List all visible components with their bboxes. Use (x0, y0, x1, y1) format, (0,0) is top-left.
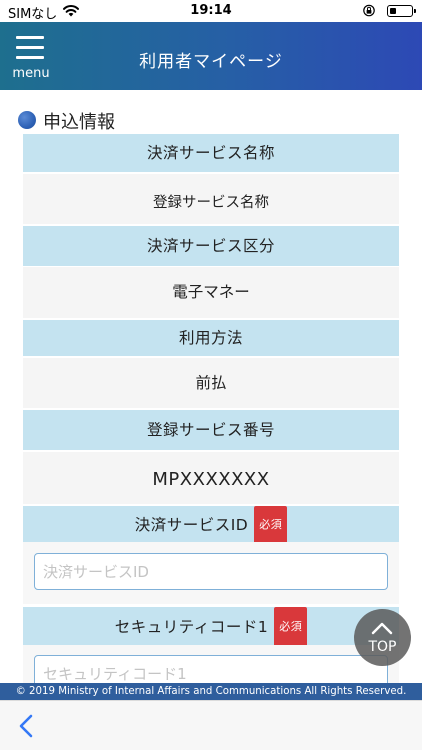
service-number-value: MPXXXXXXX (23, 452, 399, 504)
copyright-footer: © 2019 Ministry of Internal Affairs and … (0, 683, 422, 700)
rotation-lock-icon (363, 4, 375, 17)
section-dot-icon (18, 111, 36, 129)
usage-method-label: 利用方法 (23, 320, 399, 356)
service-id-input[interactable] (34, 553, 388, 590)
clock: 19:14 (190, 3, 232, 18)
scroll-top-label: TOP (368, 639, 397, 655)
required-badge: 必須 (254, 506, 288, 545)
section-title: 申込情報 (43, 112, 115, 133)
required-badge: 必須 (274, 607, 308, 648)
chevron-up-icon (371, 622, 393, 635)
service-name-label: 決済サービス名称 (23, 134, 399, 172)
security-code-label: セキュリティコード1 (114, 618, 269, 636)
app-screen: SIMなし 19:14 menu 利用者マイページ 申込情報 決済サービス名称 … (0, 0, 422, 750)
status-bar: SIMなし 19:14 (0, 0, 422, 22)
page-title: 利用者マイページ (139, 52, 283, 72)
service-category-label: 決済サービス区分 (23, 226, 399, 266)
service-number-label: 登録サービス番号 (23, 410, 399, 450)
service-id-label-row: 決済サービスID 必須 (23, 506, 399, 545)
battery-level (389, 7, 396, 14)
chevron-left-icon[interactable] (14, 713, 40, 739)
security-code-label-row: セキュリティコード1 必須 (23, 607, 399, 648)
service-category-value: 電子マネー (23, 267, 399, 318)
app-header: menu 利用者マイページ (0, 22, 422, 90)
scroll-top-button[interactable]: TOP (354, 609, 411, 666)
bottom-toolbar (0, 700, 422, 750)
hamburger-icon (16, 36, 44, 39)
usage-method-value: 前払 (23, 358, 399, 408)
service-id-label: 決済サービスID (134, 516, 249, 534)
battery-icon (387, 5, 416, 17)
service-name-value: 登録サービス名称 (23, 174, 399, 224)
